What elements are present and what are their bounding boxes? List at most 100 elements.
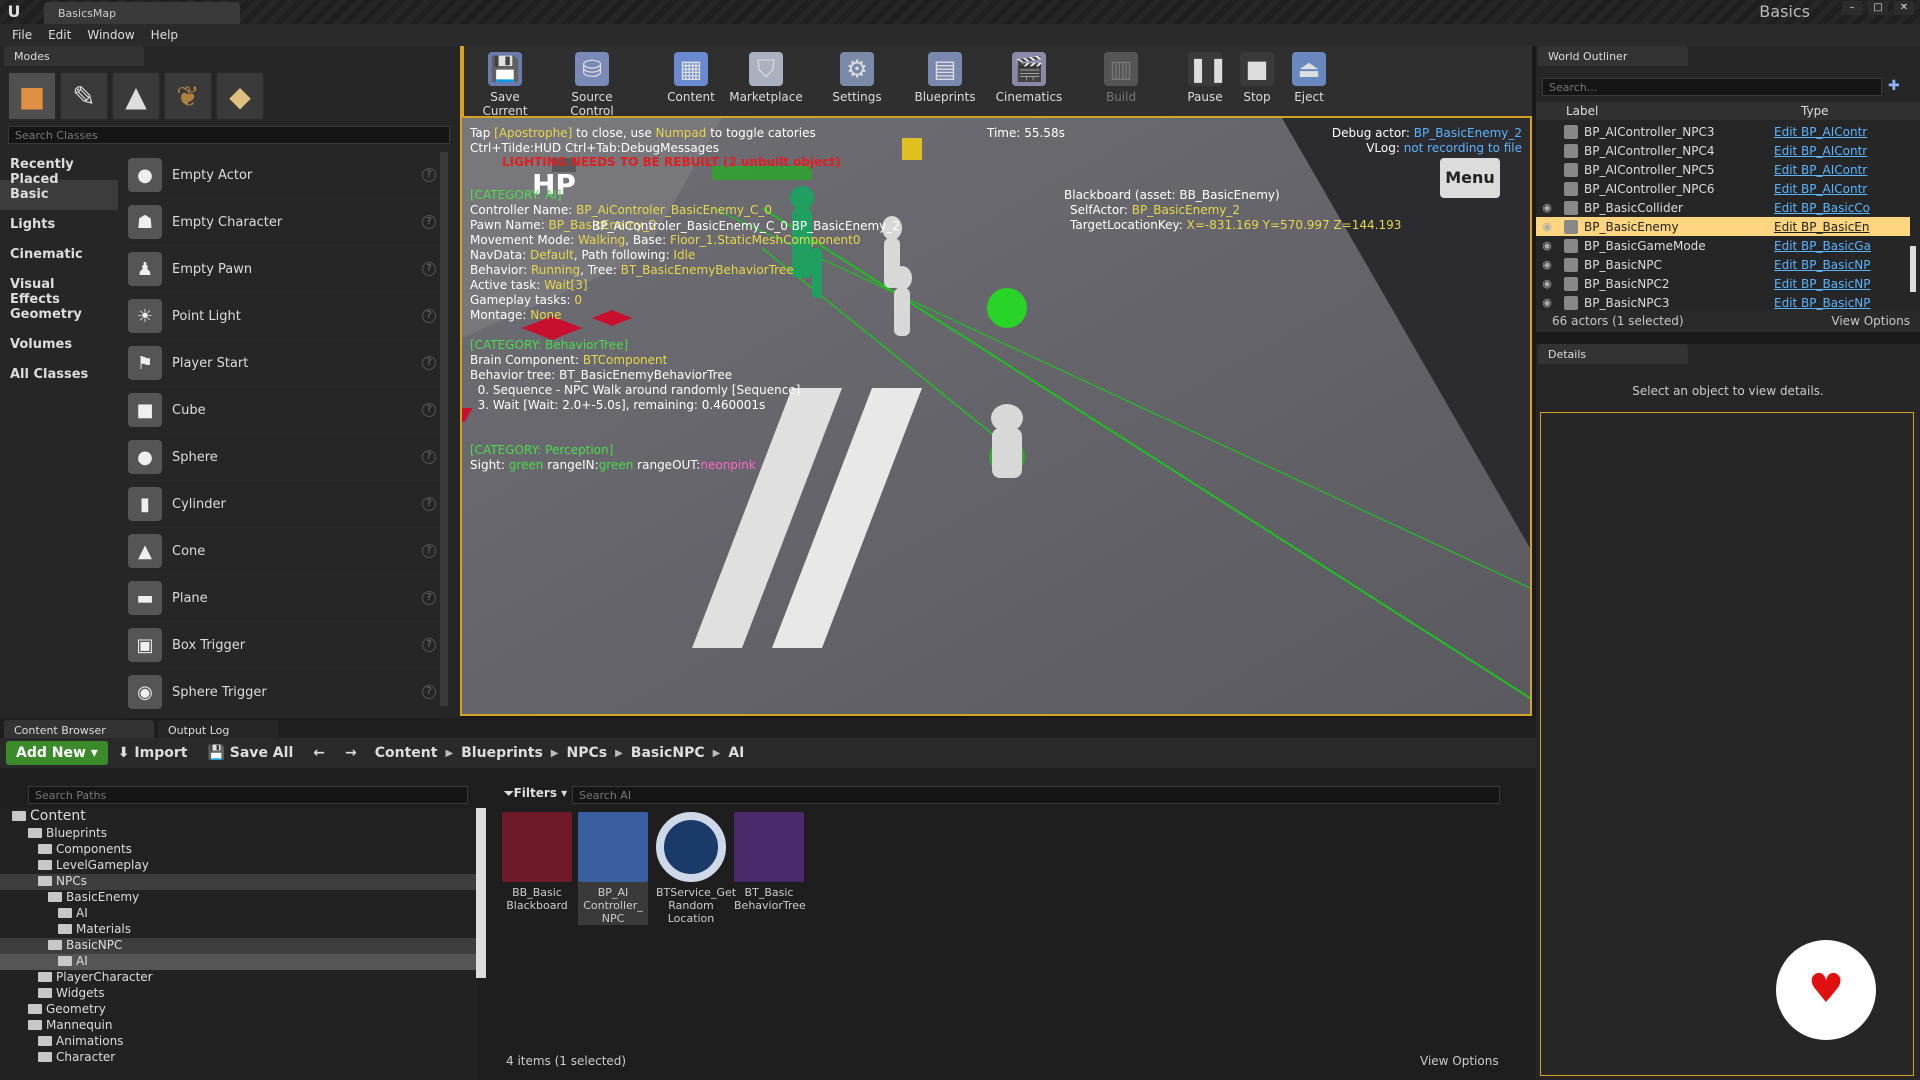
category-cinematic[interactable]: Cinematic (0, 240, 118, 270)
class-item[interactable]: ■ Cube? (124, 387, 440, 434)
outliner-row[interactable]: ◉ BP_BasicNPC2 Edit BP_BasicNP (1536, 274, 1910, 293)
tree-row[interactable]: NPCs (0, 874, 478, 890)
asset-tile[interactable]: BT_Basic BehaviorTree (734, 812, 806, 912)
class-item[interactable]: ▲ Cone? (124, 528, 440, 575)
import-button[interactable]: ⬇ Import (108, 741, 198, 765)
tree-row-selected[interactable]: AI (0, 954, 478, 970)
visibility-eye-icon[interactable]: ◉ (1536, 201, 1558, 214)
class-item[interactable]: ▮ Cylinder? (124, 481, 440, 528)
filters-button[interactable]: ⏷Filters ▾ (504, 786, 567, 801)
menu-file[interactable]: File (4, 24, 40, 46)
foliage-mode-icon[interactable]: ❦ (164, 72, 212, 120)
help-icon[interactable]: ? (422, 403, 436, 417)
place-mode-icon[interactable]: ■ (8, 72, 56, 120)
help-icon[interactable]: ? (422, 262, 436, 276)
class-item[interactable]: ♟ Empty Pawn? (124, 246, 440, 293)
category-volumes[interactable]: Volumes (0, 330, 118, 360)
visibility-eye-icon[interactable]: ◉ (1536, 296, 1558, 309)
asset-tile[interactable]: BTService_Get Random Location (656, 812, 736, 925)
add-new-button[interactable]: Add New ▾ (6, 741, 108, 765)
add-filter-icon[interactable]: ✚ (1888, 78, 1906, 96)
class-item[interactable]: ⚑ Player Start? (124, 340, 440, 387)
tree-row[interactable]: LevelGameplay (0, 858, 478, 874)
outliner-search-input[interactable]: Search... (1542, 78, 1882, 96)
tree-row[interactable]: AI (0, 906, 478, 922)
visibility-eye-icon[interactable]: ◉ (1536, 258, 1558, 271)
tree-row[interactable]: Components (0, 842, 478, 858)
close-icon[interactable]: ✕ (1894, 1, 1914, 15)
content-browser-tab[interactable]: Content Browser (4, 720, 154, 740)
visibility-eye-icon[interactable]: ◉ (1536, 220, 1558, 233)
marketplace-button[interactable]: ⛉ Marketplace (726, 52, 806, 104)
source-control-button[interactable]: ⛁ Source Control (550, 52, 634, 118)
outliner-row[interactable]: ◉ BP_BasicNPC Edit BP_BasicNP (1536, 255, 1910, 274)
help-icon[interactable]: ? (422, 544, 436, 558)
tree-row[interactable]: Materials (0, 922, 478, 938)
help-icon[interactable]: ? (422, 356, 436, 370)
tree-row[interactable]: Animations (0, 1034, 478, 1050)
tree-row[interactable]: Blueprints (0, 826, 478, 842)
class-item[interactable]: ☀ Point Light? (124, 293, 440, 340)
menu-button[interactable]: Menu (1440, 158, 1500, 198)
class-item[interactable]: ◉ Sphere Trigger? (124, 669, 440, 716)
category-all-classes[interactable]: All Classes (0, 360, 118, 390)
help-icon[interactable]: ? (422, 215, 436, 229)
menu-help[interactable]: Help (143, 24, 186, 46)
category-visual-effects[interactable]: Visual Effects (0, 270, 118, 307)
search-assets-input[interactable]: Search AI (572, 786, 1500, 804)
level-viewport[interactable]: Tap [Apostrophe] to close, use Numpad to… (460, 116, 1532, 716)
tree-scrollbar[interactable] (476, 808, 486, 978)
save-current-button[interactable]: 💾 Save Current (470, 52, 540, 118)
breadcrumb-basicnpc[interactable]: BasicNPC (623, 745, 713, 761)
search-paths-input[interactable]: Search Paths (28, 786, 468, 804)
help-icon[interactable]: ? (422, 168, 436, 182)
level-tab[interactable]: BasicsMap (44, 2, 240, 24)
category-lights[interactable]: Lights (0, 210, 118, 240)
outliner-row[interactable]: BP_AIController_NPC6 Edit BP_AIContr (1536, 179, 1910, 198)
content-view-options[interactable]: View Options (1420, 1054, 1499, 1068)
help-icon[interactable]: ? (422, 685, 436, 699)
outliner-scrollbar[interactable] (1910, 246, 1916, 292)
label-column-header[interactable]: Label (1566, 104, 1598, 118)
class-item[interactable]: ● Empty Actor? (124, 152, 440, 199)
help-icon[interactable]: ? (422, 450, 436, 464)
breadcrumb-blueprints[interactable]: Blueprints (453, 745, 551, 761)
class-list-scrollbar[interactable] (440, 152, 448, 706)
outliner-row[interactable]: ◉ BP_BasicCollider Edit BP_BasicCo (1536, 198, 1910, 217)
outliner-view-options[interactable]: View Options (1831, 314, 1910, 328)
save-all-button[interactable]: 💾 Save All (197, 741, 303, 765)
class-item[interactable]: ☗ Empty Character? (124, 199, 440, 246)
tree-row[interactable]: Mannequin (0, 1018, 478, 1034)
type-column-header[interactable]: Type (1801, 104, 1829, 118)
visibility-eye-icon[interactable]: ◉ (1536, 239, 1558, 252)
help-icon[interactable]: ? (422, 638, 436, 652)
blueprints-button[interactable]: ▤ Blueprints (910, 52, 980, 104)
tree-row[interactable]: BasicNPC (0, 938, 478, 954)
tree-row[interactable]: Geometry (0, 1002, 478, 1018)
build-button[interactable]: ▥ Build (1086, 52, 1156, 104)
class-item[interactable]: ● Sphere? (124, 434, 440, 481)
tree-row[interactable]: BasicEnemy (0, 890, 478, 906)
maximize-icon[interactable]: □ (1868, 1, 1888, 15)
category-recently-placed[interactable]: Recently Placed (0, 150, 118, 187)
geometry-mode-icon[interactable]: ◆ (216, 72, 264, 120)
help-icon[interactable]: ? (422, 591, 436, 605)
menu-window[interactable]: Window (79, 24, 142, 46)
class-item[interactable]: ▬ Plane? (124, 575, 440, 622)
content-button[interactable]: ▦ Content (656, 52, 726, 104)
output-log-tab[interactable]: Output Log (158, 720, 278, 740)
asset-tile-selected[interactable]: BP_AI Controller_ NPC (578, 812, 648, 925)
modes-tab[interactable]: Modes (4, 46, 144, 66)
outliner-row[interactable]: BP_AIController_NPC3 Edit BP_AIContr (1536, 122, 1910, 141)
outliner-row-selected[interactable]: ◉ BP_BasicEnemy Edit BP_BasicEn (1536, 217, 1910, 236)
landscape-mode-icon[interactable]: ▲ (112, 72, 160, 120)
menu-edit[interactable]: Edit (40, 24, 79, 46)
search-classes-input[interactable]: Search Classes (8, 126, 450, 144)
eject-button[interactable]: ⏏ Eject (1274, 52, 1344, 104)
history-back-icon[interactable]: ← (303, 741, 335, 765)
world-outliner-tab[interactable]: World Outliner (1538, 46, 1688, 66)
help-icon[interactable]: ? (422, 309, 436, 323)
breadcrumb-npcs[interactable]: NPCs (559, 745, 616, 761)
help-icon[interactable]: ? (422, 497, 436, 511)
class-item[interactable]: ▣ Box Trigger? (124, 622, 440, 669)
